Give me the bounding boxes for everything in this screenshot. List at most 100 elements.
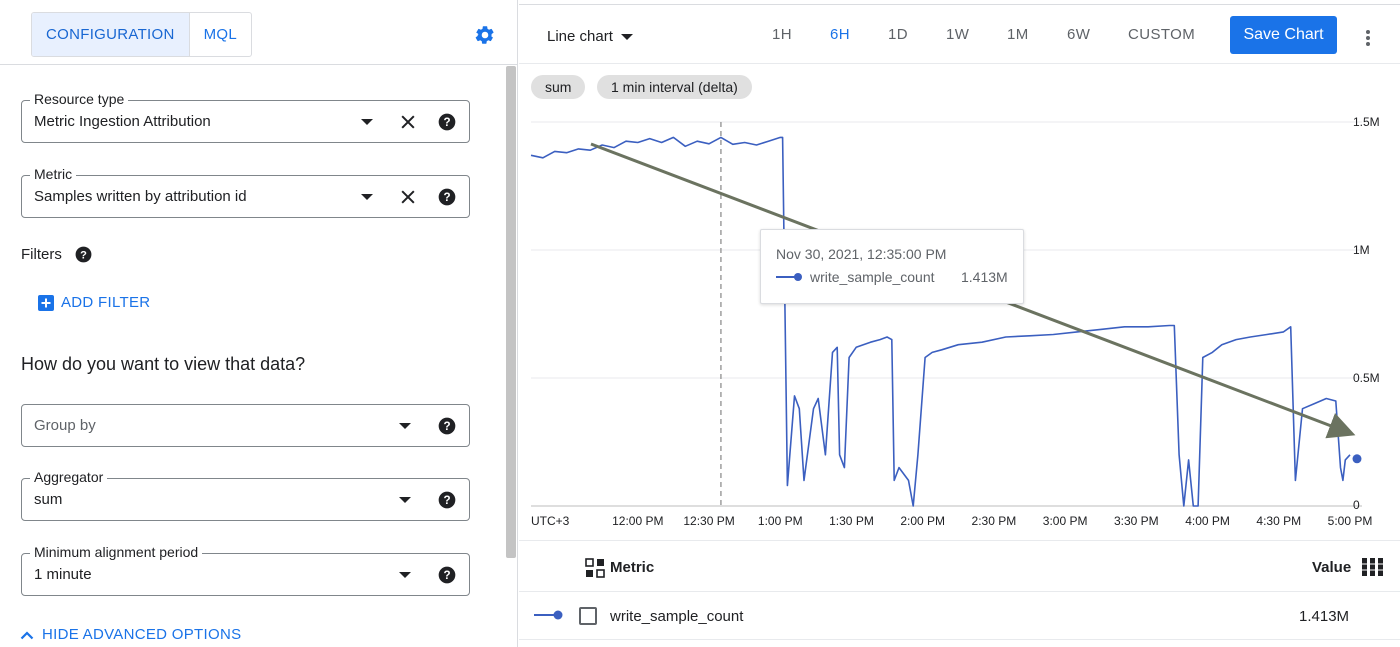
range-6w[interactable]: 6W	[1067, 26, 1090, 43]
close-icon[interactable]	[398, 187, 418, 207]
y-tick-label: 1.5M	[1353, 115, 1380, 129]
config-header: CONFIGURATION MQL	[0, 0, 518, 65]
range-6h[interactable]: 6H	[830, 26, 850, 43]
y-tick-label: 0.5M	[1353, 371, 1380, 385]
aggregator-select[interactable]: Aggregator sum ?	[21, 469, 470, 521]
filters-label: Filters	[21, 246, 62, 263]
x-tick-label: 2:00 PM	[900, 514, 945, 528]
y-tick-label: 0	[1353, 498, 1360, 512]
range-1d[interactable]: 1D	[888, 26, 908, 43]
help-icon[interactable]: ?	[437, 416, 457, 436]
help-icon[interactable]: ?	[437, 112, 457, 132]
chevron-down-icon[interactable]	[399, 423, 411, 429]
add-filter-button[interactable]: ADD FILTER	[38, 294, 150, 311]
x-tick-label: 3:00 PM	[1043, 514, 1088, 528]
row-checkbox[interactable]	[579, 607, 597, 625]
gear-icon[interactable]	[474, 24, 496, 46]
x-tick-label: 12:30 PM	[683, 514, 734, 528]
chevron-up-icon	[20, 630, 34, 639]
row-metric-value: 1.413M	[1299, 608, 1350, 625]
metric-value: Samples written by attribution id	[34, 188, 247, 205]
line-chart[interactable]: 0 0.5M 1M 1.5M UTC+3 12:00 PM 12:30 PM 1:00 PM…	[519, 100, 1400, 540]
range-1h[interactable]: 1H	[772, 26, 792, 43]
alignment-period-value: 1 minute	[34, 566, 92, 583]
chevron-down-icon[interactable]	[361, 194, 373, 200]
tooltip-row: write_sample_count 1.413M	[776, 269, 1016, 285]
svg-text:?: ?	[443, 191, 450, 204]
svg-text:?: ?	[80, 249, 87, 261]
svg-text:?: ?	[443, 494, 450, 507]
chevron-down-icon[interactable]	[361, 119, 373, 125]
x-tick-label: 2:30 PM	[972, 514, 1017, 528]
group-by-placeholder: Group by	[34, 417, 96, 434]
row-metric-name: write_sample_count	[610, 608, 744, 625]
x-tick-label: 1:30 PM	[829, 514, 874, 528]
chart-type-dropdown[interactable]: Line chart	[547, 28, 633, 45]
x-tick-label: 4:30 PM	[1256, 514, 1301, 528]
series-legend-icon	[776, 273, 802, 281]
group-by-select[interactable]: Group by ?	[21, 404, 470, 447]
column-picker-icon[interactable]	[1362, 558, 1383, 576]
top-divider	[519, 0, 1400, 5]
metric-label: Metric	[30, 166, 77, 182]
help-icon[interactable]: ?	[437, 187, 457, 207]
svg-text:?: ?	[443, 569, 450, 582]
chart-grid	[531, 121, 1362, 507]
range-1m[interactable]: 1M	[1007, 26, 1029, 43]
aggregator-label: Aggregator	[30, 469, 108, 485]
range-1w[interactable]: 1W	[946, 26, 969, 43]
metric-select[interactable]: Metric Samples written by attribution id…	[21, 166, 470, 218]
tooltip-time: Nov 30, 2021, 12:35:00 PM	[776, 246, 947, 262]
metric-column-header[interactable]: Metric	[610, 559, 654, 576]
x-tick-label: 12:00 PM	[612, 514, 663, 528]
chevron-down-icon[interactable]	[399, 497, 411, 503]
more-vert-icon[interactable]	[1362, 28, 1374, 48]
help-icon[interactable]: ?	[437, 490, 457, 510]
tooltip-series-name: write_sample_count	[810, 269, 935, 285]
resource-type-select[interactable]: Resource type Metric Ingestion Attributi…	[21, 91, 470, 143]
chart-tooltip: Nov 30, 2021, 12:35:00 PM write_sample_c…	[760, 229, 1024, 304]
table-divider	[519, 540, 1400, 541]
view-data-heading: How do you want to view that data?	[21, 354, 306, 374]
save-chart-button[interactable]: Save Chart	[1230, 16, 1337, 54]
table-row[interactable]: write_sample_count 1.413M	[519, 594, 1400, 640]
hide-advanced-options-button[interactable]: HIDE ADVANCED OPTIONS	[20, 626, 241, 643]
chip-aggregation[interactable]: sum	[531, 75, 586, 99]
x-tick-label: 3:30 PM	[1114, 514, 1159, 528]
tooltip-value: 1.413M	[961, 269, 1008, 285]
x-tick-label: 5:00 PM	[1328, 514, 1373, 528]
svg-text:?: ?	[443, 116, 450, 129]
mode-tabs: CONFIGURATION MQL	[31, 12, 253, 57]
chip-interval[interactable]: 1 min interval (delta)	[597, 75, 752, 99]
series-last-point[interactable]	[1352, 454, 1362, 464]
header-divider	[519, 63, 1400, 64]
x-axis-labels: UTC+3 12:00 PM 12:30 PM 1:00 PM 1:30 PM 2:00 …	[531, 514, 1372, 528]
alignment-period-select[interactable]: Minimum alignment period 1 minute ?	[21, 544, 470, 596]
series-line-write-sample-count[interactable]	[530, 136, 1351, 507]
chevron-down-icon[interactable]	[399, 572, 411, 578]
range-custom[interactable]: CUSTOM	[1128, 26, 1195, 43]
svg-text:?: ?	[443, 420, 450, 433]
hide-advanced-label: HIDE ADVANCED OPTIONS	[42, 626, 242, 643]
config-scrollbar[interactable]	[506, 66, 516, 558]
timezone-label: UTC+3	[531, 514, 570, 528]
value-column-header[interactable]: Value	[1312, 559, 1351, 576]
legend-table-header: Metric Value	[519, 548, 1400, 592]
x-tick-label: 1:00 PM	[758, 514, 803, 528]
help-icon[interactable]: ?	[74, 245, 93, 264]
y-tick-label: 1M	[1353, 243, 1370, 257]
x-tick-label: 4:00 PM	[1185, 514, 1230, 528]
metric-selector-icon[interactable]	[585, 558, 605, 578]
tab-configuration[interactable]: CONFIGURATION	[32, 13, 190, 56]
chart-type-label: Line chart	[547, 28, 613, 45]
series-legend-icon	[534, 610, 563, 620]
tab-mql[interactable]: MQL	[190, 13, 251, 56]
y-axis-labels: 0 0.5M 1M 1.5M	[1353, 115, 1380, 512]
help-icon[interactable]: ?	[437, 565, 457, 585]
add-filter-label: ADD FILTER	[61, 294, 151, 311]
aggregator-value: sum	[34, 491, 63, 508]
alignment-period-label: Minimum alignment period	[30, 544, 203, 560]
resource-type-value: Metric Ingestion Attribution	[34, 113, 211, 130]
close-icon[interactable]	[398, 112, 418, 132]
configuration-panel: CONFIGURATION MQL Resource type Metric I…	[0, 0, 518, 647]
